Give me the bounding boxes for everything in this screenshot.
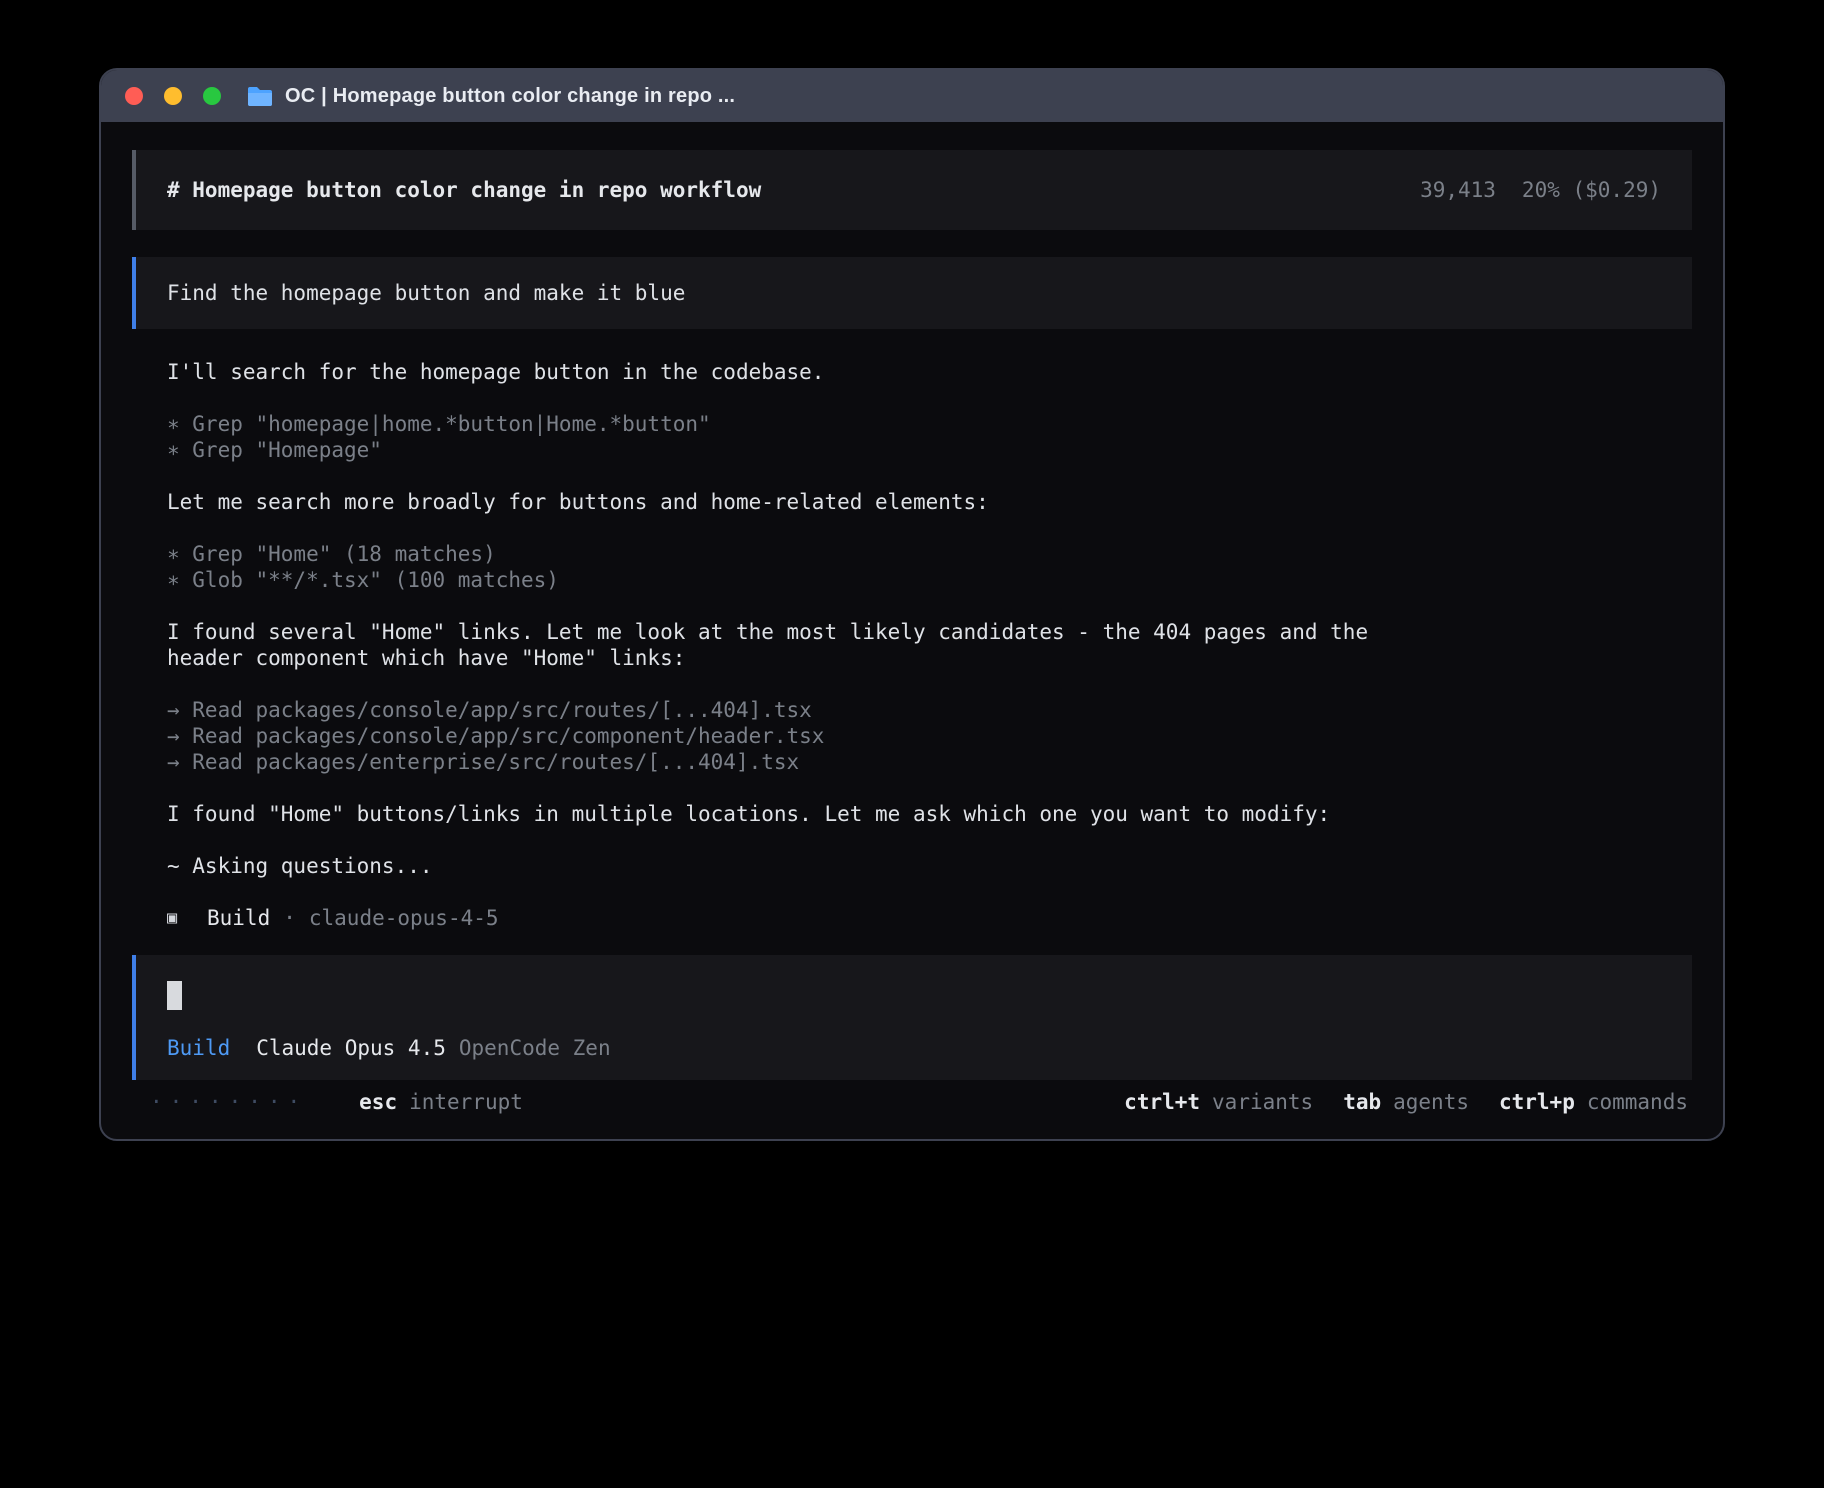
- esc-key-hint: esc: [359, 1089, 397, 1115]
- context-cost: 20% ($0.29): [1522, 177, 1661, 203]
- shortcut-commands: ctrl+p commands: [1499, 1089, 1688, 1115]
- shortcut-label: variants: [1212, 1089, 1313, 1115]
- shortcut-agents: tab agents: [1343, 1089, 1469, 1115]
- agent-model: claude-opus-4-5: [309, 905, 499, 931]
- mode-label: Build: [167, 1035, 230, 1061]
- shortcut-key: ctrl+p: [1499, 1089, 1575, 1115]
- text-cursor: [167, 981, 182, 1010]
- user-message: Find the homepage button and make it blu…: [132, 257, 1692, 329]
- paragraph: I found "Home" buttons/links in multiple…: [167, 801, 1433, 827]
- status-bar: ········ esc interrupt ctrl+t variants t…: [132, 1089, 1692, 1115]
- shortcut-key: tab: [1343, 1089, 1381, 1115]
- tool-call-read: → Read packages/enterprise/src/routes/[.…: [167, 749, 1433, 775]
- title-group: OC | Homepage button color change in rep…: [247, 85, 735, 108]
- input-mode-row: Build Claude Opus 4.5 OpenCode Zen: [167, 1035, 1661, 1061]
- window-title: OC | Homepage button color change in rep…: [285, 85, 735, 108]
- tool-call-glob: ∗ Glob "**/*.tsx" (100 matches): [167, 567, 1433, 593]
- terminal-window: OC | Homepage button color change in rep…: [99, 68, 1725, 1141]
- zoom-button[interactable]: [203, 87, 221, 105]
- close-button[interactable]: [125, 87, 143, 105]
- shortcut-key: ctrl+t: [1124, 1089, 1200, 1115]
- paragraph: ∗ Grep "homepage|home.*button|Home.*butt…: [167, 411, 1433, 463]
- assistant-text: I found "Home" buttons/links in multiple…: [167, 801, 1433, 827]
- token-count: 39,413: [1420, 177, 1496, 203]
- assistant-text: I found several "Home" links. Let me loo…: [167, 619, 1433, 671]
- agent-separator: ·: [283, 905, 296, 931]
- user-message-text: Find the homepage button and make it blu…: [167, 280, 685, 306]
- shortcut-label: commands: [1587, 1089, 1688, 1115]
- assistant-status-text: ~ Asking questions...: [167, 853, 1433, 879]
- paragraph: ~ Asking questions...: [167, 853, 1433, 879]
- paragraph: I found several "Home" links. Let me loo…: [167, 619, 1433, 671]
- paragraph: Let me search more broadly for buttons a…: [167, 489, 1433, 515]
- tool-call-grep: ∗ Grep "Home" (18 matches): [167, 541, 1433, 567]
- titlebar[interactable]: OC | Homepage button color change in rep…: [101, 70, 1723, 122]
- tool-call-read: → Read packages/console/app/src/componen…: [167, 723, 1433, 749]
- tool-call-grep: ∗ Grep "homepage|home.*button|Home.*butt…: [167, 411, 1433, 437]
- session-title: # Homepage button color change in repo w…: [167, 177, 761, 203]
- assistant-transcript: I'll search for the homepage button in t…: [132, 359, 1433, 879]
- folder-icon: [247, 85, 273, 107]
- shortcut-variants: ctrl+t variants: [1124, 1089, 1313, 1115]
- terminal-content: # Homepage button color change in repo w…: [101, 122, 1723, 1115]
- status-bar-right: ctrl+t variants tab agents ctrl+p comman…: [1124, 1089, 1688, 1115]
- shortcut-label: agents: [1393, 1089, 1469, 1115]
- paragraph: ∗ Grep "Home" (18 matches) ∗ Glob "**/*.…: [167, 541, 1433, 593]
- status-bar-left: ········ esc interrupt: [150, 1089, 523, 1115]
- session-stats: 39,413 20% ($0.29): [1420, 177, 1661, 203]
- traffic-lights: [125, 87, 221, 105]
- agent-icon: ▣: [167, 905, 207, 931]
- spinner-dots: ········: [150, 1089, 307, 1115]
- session-header: # Homepage button color change in repo w…: [132, 150, 1692, 230]
- esc-key-label: interrupt: [409, 1089, 523, 1115]
- agent-name: Build: [207, 905, 270, 931]
- provider-label: OpenCode Zen: [459, 1035, 611, 1061]
- tool-call-grep: ∗ Grep "Homepage": [167, 437, 1433, 463]
- paragraph: → Read packages/console/app/src/routes/[…: [167, 697, 1433, 775]
- minimize-button[interactable]: [164, 87, 182, 105]
- paragraph: I'll search for the homepage button in t…: [167, 359, 1433, 385]
- prompt-input[interactable]: Build Claude Opus 4.5 OpenCode Zen: [132, 955, 1692, 1080]
- assistant-text: I'll search for the homepage button in t…: [167, 359, 1433, 385]
- tool-call-read: → Read packages/console/app/src/routes/[…: [167, 697, 1433, 723]
- assistant-text: Let me search more broadly for buttons a…: [167, 489, 1433, 515]
- agent-status-row: ▣ Build · claude-opus-4-5: [132, 905, 1692, 931]
- model-label: Claude Opus 4.5: [256, 1035, 446, 1061]
